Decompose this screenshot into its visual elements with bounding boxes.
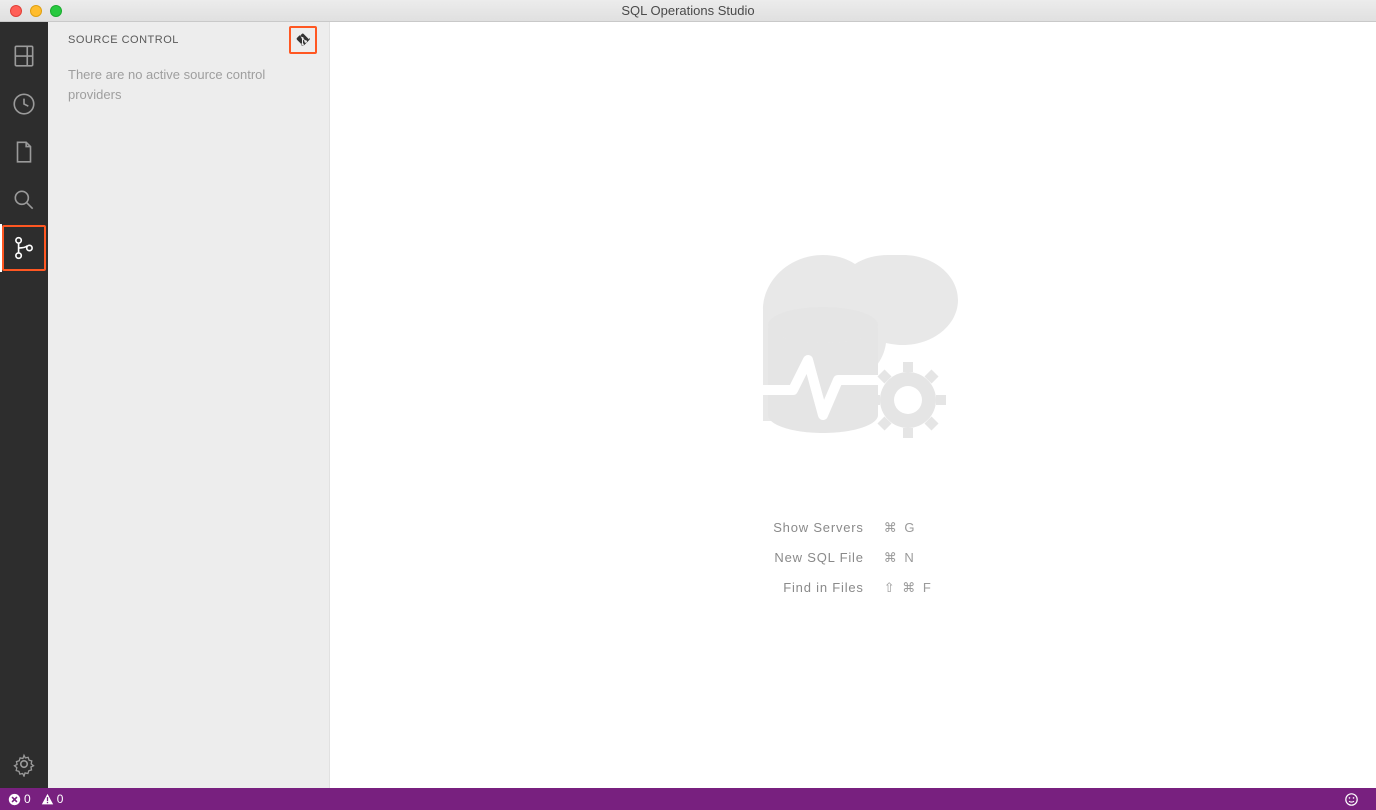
git-icon <box>295 32 311 48</box>
panel-title: SOURCE CONTROL <box>68 34 179 46</box>
shortcut-key: ⇧ ⌘ F <box>884 580 933 596</box>
minimize-window-button[interactable] <box>30 5 42 17</box>
window-controls <box>0 5 62 17</box>
welcome-shortcuts: Show Servers ⌘ G New SQL File ⌘ N Find i… <box>773 520 933 596</box>
initialize-repository-button[interactable] <box>289 26 317 54</box>
servers-icon <box>11 43 37 69</box>
shortcut-label: New SQL File <box>773 550 864 566</box>
panel-message: There are no active source control provi… <box>48 57 329 112</box>
activity-bar <box>0 22 48 788</box>
file-icon <box>11 139 37 165</box>
status-bar: 0 0 <box>0 788 1376 810</box>
window-title: SQL Operations Studio <box>0 3 1376 18</box>
status-warnings[interactable]: 0 <box>41 792 64 806</box>
activity-task-history[interactable] <box>0 80 48 128</box>
warning-icon <box>41 793 54 806</box>
shortcut-label: Find in Files <box>773 580 864 596</box>
smiley-icon <box>1345 793 1358 806</box>
status-feedback[interactable] <box>1345 793 1358 806</box>
watermark-logo <box>723 215 983 480</box>
error-count: 0 <box>24 792 31 806</box>
activity-source-control[interactable] <box>0 224 48 272</box>
error-icon <box>8 793 21 806</box>
source-control-panel: SOURCE CONTROL There are no active sourc… <box>48 22 330 788</box>
shortcut-key: ⌘ N <box>884 550 933 566</box>
source-control-icon <box>11 235 37 261</box>
titlebar: SQL Operations Studio <box>0 0 1376 22</box>
close-window-button[interactable] <box>10 5 22 17</box>
editor-area: Show Servers ⌘ G New SQL File ⌘ N Find i… <box>330 22 1376 788</box>
warning-count: 0 <box>57 792 64 806</box>
clock-icon <box>11 91 37 117</box>
panel-header: SOURCE CONTROL <box>48 22 329 57</box>
search-icon <box>11 187 37 213</box>
activity-search[interactable] <box>0 176 48 224</box>
zoom-window-button[interactable] <box>50 5 62 17</box>
shortcut-label: Show Servers <box>773 520 864 536</box>
gear-icon <box>11 751 37 777</box>
activity-servers[interactable] <box>0 32 48 80</box>
shortcut-key: ⌘ G <box>884 520 933 536</box>
activity-settings[interactable] <box>0 740 48 788</box>
status-errors[interactable]: 0 <box>8 792 31 806</box>
activity-explorer[interactable] <box>0 128 48 176</box>
